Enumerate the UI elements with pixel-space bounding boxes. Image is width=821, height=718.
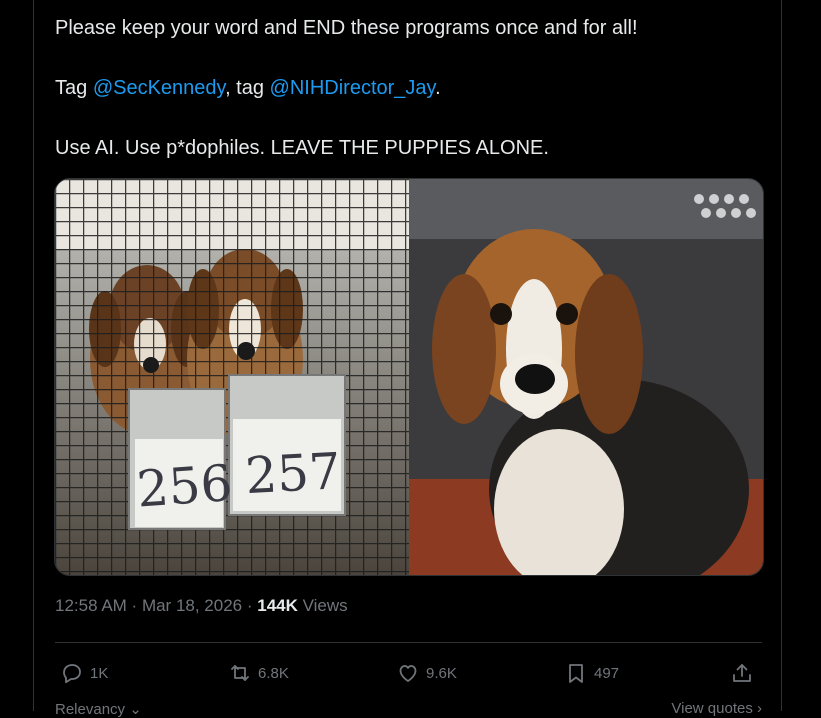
divider [55,642,762,643]
tweet-meta: 12:58 AM · Mar 18, 2026 · 144K Views [55,596,348,616]
meta-separator: · [242,596,258,615]
share-icon [733,664,751,682]
media-photo-beagle-closeup[interactable] [409,179,763,575]
mention-nihdirector[interactable]: @NIHDirector_Jay [270,77,436,99]
views-label: Views [297,596,348,615]
like-count: 9.6K [426,664,457,682]
caged-beagles-illustration: 256 257 [55,179,409,575]
timeline-border-right [781,0,782,711]
view-quotes-link[interactable]: View quotes › [671,700,762,717]
tag-middle: , tag [225,77,270,99]
tweet-time[interactable]: 12:58 AM [55,596,127,615]
beagle-closeup-illustration [409,179,763,575]
relevancy-sort-button[interactable]: Relevancy ⌄ [55,700,142,718]
tweet-line-3: Use AI. Use p*dophiles. LEAVE THE PUPPIE… [55,137,549,159]
repost-count: 6.8K [258,664,289,682]
reply-icon [63,664,81,684]
media-photo-caged-beagles[interactable]: 256 257 [55,179,409,575]
tag-prefix: Tag [55,77,93,99]
reply-count: 1K [90,664,109,682]
reply-button[interactable]: 1K [60,655,108,691]
bookmark-button[interactable]: 497 [564,655,619,691]
mention-seckennedy[interactable]: @SecKennedy [93,77,225,99]
cage-tag-257: 257 [244,442,342,505]
tweet-line-2: Tag @SecKennedy, tag @NIHDirector_Jay. [55,73,775,103]
cage-tag-256: 256 [135,454,234,519]
tweet-date[interactable]: Mar 18, 2026 [142,596,242,615]
repost-button[interactable]: 6.8K [228,655,289,691]
bookmark-icon [569,664,583,683]
meta-separator: · [126,596,142,615]
tag-suffix: . [435,77,441,99]
bookmark-count: 497 [594,664,620,682]
like-button[interactable]: 9.6K [396,655,457,691]
repost-icon [231,665,249,681]
heart-icon [399,665,417,682]
timeline-border-left [33,0,34,711]
tweet-actions: 1K 6.8K 9.6K 497 [55,655,762,691]
views-count: 144K [257,596,298,615]
share-button[interactable] [730,655,754,691]
tweet-media[interactable]: 256 257 [54,178,764,576]
tweet-line-1: Please keep your word and END these prog… [55,17,638,39]
tweet-text: Please keep your word and END these prog… [55,13,775,163]
